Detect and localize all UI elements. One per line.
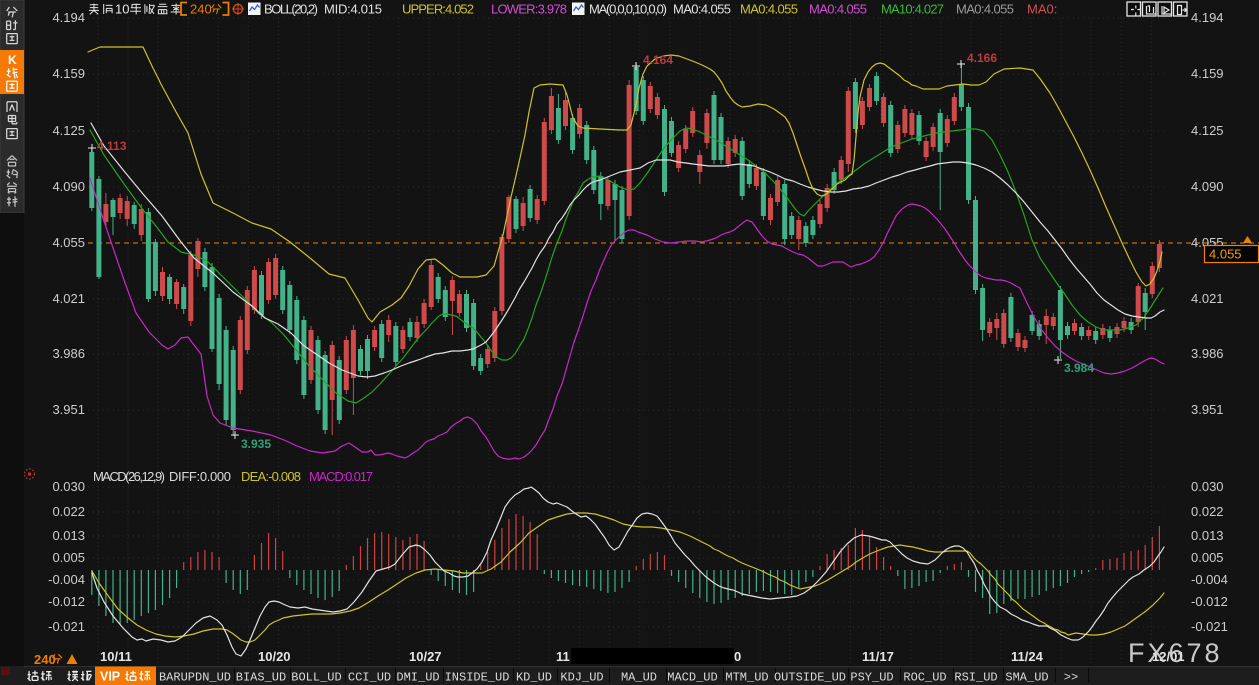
svg-text:4.090: 4.090 <box>52 179 85 194</box>
svg-text:3.984: 3.984 <box>1064 361 1094 375</box>
svg-text:4.166: 4.166 <box>967 51 997 65</box>
svg-text:MA10:4.027: MA10:4.027 <box>881 1 944 16</box>
svg-text:MID:4.015: MID:4.015 <box>324 1 382 16</box>
svg-text:240: 240 <box>34 652 56 667</box>
svg-text:OUTSIDE_UD: OUTSIDE_UD <box>774 671 846 685</box>
svg-text:3.935: 3.935 <box>241 437 271 451</box>
svg-text:4.113: 4.113 <box>97 139 127 153</box>
svg-text:MA(0,0,0,10,0,0): MA(0,0,0,10,0,0) <box>589 1 667 16</box>
svg-text:4.194: 4.194 <box>52 10 85 25</box>
svg-text:MTM_UD: MTM_UD <box>725 671 768 685</box>
svg-text:4.125: 4.125 <box>52 123 85 138</box>
svg-text:0.022: 0.022 <box>52 504 85 519</box>
svg-text:4.194: 4.194 <box>1191 10 1224 25</box>
svg-text:4.090: 4.090 <box>1191 179 1224 194</box>
svg-text:FX678: FX678 <box>1128 638 1223 668</box>
svg-text:3.951: 3.951 <box>1191 402 1224 417</box>
svg-text:BIAS_UD: BIAS_UD <box>236 671 286 685</box>
svg-text:PSY_UD: PSY_UD <box>850 671 893 685</box>
svg-text:ROC_UD: ROC_UD <box>903 671 946 685</box>
svg-text:VIP: VIP <box>100 670 120 684</box>
svg-text:BARUPDN_UD: BARUPDN_UD <box>159 671 231 685</box>
svg-text:1: 1 <box>115 1 122 16</box>
svg-text:BOLL(20,2): BOLL(20,2) <box>264 1 318 16</box>
svg-text:K: K <box>8 53 17 67</box>
svg-text:MA0:4.055: MA0:4.055 <box>809 1 867 16</box>
svg-text:CCI_UD: CCI_UD <box>348 671 391 685</box>
svg-text:3.986: 3.986 <box>52 346 85 361</box>
svg-text:RSI_UD: RSI_UD <box>954 671 997 685</box>
svg-text:SMA_UD: SMA_UD <box>1005 671 1048 685</box>
svg-text:0.030: 0.030 <box>52 479 85 494</box>
svg-text:BOLL_UD: BOLL_UD <box>291 671 341 685</box>
svg-text:3.951: 3.951 <box>52 402 85 417</box>
svg-text:10/27: 10/27 <box>409 649 442 664</box>
svg-text:0.030: 0.030 <box>1191 479 1224 494</box>
svg-text:11/17: 11/17 <box>862 649 894 664</box>
svg-text:11: 11 <box>556 649 570 664</box>
svg-text:0: 0 <box>734 649 741 664</box>
svg-text:MACD(26,12,9): MACD(26,12,9) <box>93 469 165 484</box>
svg-text:0: 0 <box>122 1 129 16</box>
svg-text:0.005: 0.005 <box>52 550 85 565</box>
svg-text:240: 240 <box>190 1 212 16</box>
svg-text:4.021: 4.021 <box>1191 291 1224 306</box>
svg-text:4.159: 4.159 <box>52 66 85 81</box>
svg-text:0.005: 0.005 <box>1191 550 1224 565</box>
svg-text:4.055: 4.055 <box>52 235 85 250</box>
svg-text:4.055: 4.055 <box>1209 247 1242 262</box>
svg-text:10/20: 10/20 <box>258 649 291 664</box>
svg-text:10/11: 10/11 <box>100 649 132 664</box>
svg-text:MA0:4.055: MA0:4.055 <box>673 1 731 16</box>
svg-text:11/24: 11/24 <box>1011 649 1044 664</box>
svg-text:>>: >> <box>1064 671 1078 685</box>
svg-text:4.164: 4.164 <box>643 53 673 67</box>
svg-text:-0.012: -0.012 <box>1191 594 1228 609</box>
svg-text:MACD_UD: MACD_UD <box>667 671 717 685</box>
svg-text:-0.012: -0.012 <box>48 594 85 609</box>
svg-text:-0.004: -0.004 <box>48 572 85 587</box>
svg-text:4.125: 4.125 <box>1191 123 1224 138</box>
svg-text:KDJ_UD: KDJ_UD <box>560 671 603 685</box>
svg-text:0.013: 0.013 <box>52 528 85 543</box>
svg-text:MA0:4.055: MA0:4.055 <box>956 1 1014 16</box>
svg-text:0.022: 0.022 <box>1191 504 1224 519</box>
svg-text:4.021: 4.021 <box>52 291 85 306</box>
svg-text:0.013: 0.013 <box>1191 528 1224 543</box>
svg-text:-0.021: -0.021 <box>1191 619 1228 634</box>
svg-text:LOWER:3.978: LOWER:3.978 <box>491 1 567 16</box>
svg-text:INSIDE_UD: INSIDE_UD <box>445 671 510 685</box>
svg-text:4.159: 4.159 <box>1191 66 1224 81</box>
svg-text:DIFF:0.000: DIFF:0.000 <box>169 469 231 484</box>
svg-text:-0.021: -0.021 <box>48 619 85 634</box>
svg-text:UPPER:4.052: UPPER:4.052 <box>402 1 474 16</box>
svg-text:MA0:4.055: MA0:4.055 <box>740 1 798 16</box>
svg-text:MACD:0.017: MACD:0.017 <box>309 469 373 484</box>
svg-text:-0.004: -0.004 <box>1191 572 1228 587</box>
svg-text:KD_UD: KD_UD <box>516 671 552 685</box>
svg-text:3.986: 3.986 <box>1191 346 1224 361</box>
svg-text:MA0:: MA0: <box>1027 1 1057 16</box>
svg-text:DMI_UD: DMI_UD <box>396 671 439 685</box>
svg-text:DEA:-0.008: DEA:-0.008 <box>241 469 301 484</box>
svg-text:MA_UD: MA_UD <box>621 671 657 685</box>
